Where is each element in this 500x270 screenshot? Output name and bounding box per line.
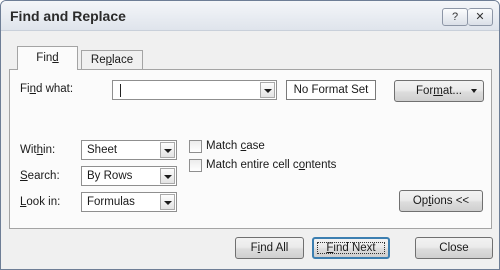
- help-icon: ?: [451, 11, 459, 23]
- close-icon: ✕: [475, 11, 485, 23]
- search-label: Search:: [20, 170, 60, 182]
- options-button[interactable]: Options <<: [399, 190, 483, 212]
- format-button[interactable]: Format...: [394, 80, 484, 102]
- chevron-down-icon: [471, 89, 477, 93]
- match-case-checkbox[interactable]: [189, 140, 202, 153]
- close-button[interactable]: Close: [415, 237, 493, 259]
- find-all-button[interactable]: Find All: [235, 237, 304, 259]
- find-what-label: Find what:: [20, 83, 74, 95]
- within-dropdown-arrow[interactable]: [160, 142, 175, 158]
- match-case-label[interactable]: Match case: [206, 140, 265, 152]
- find-replace-dialog: Find and Replace ? ✕ Find Replace Find w…: [0, 0, 500, 270]
- help-button[interactable]: ?: [442, 8, 468, 26]
- within-select[interactable]: Sheet: [81, 140, 177, 160]
- look-in-label: Look in:: [20, 196, 61, 208]
- tab-find[interactable]: Find: [17, 46, 78, 70]
- look-in-select[interactable]: Formulas: [81, 192, 177, 212]
- tab-replace[interactable]: Replace: [81, 50, 143, 70]
- look-in-dropdown-arrow[interactable]: [160, 194, 175, 210]
- within-label: Within:: [20, 144, 56, 156]
- title-close-button[interactable]: ✕: [468, 8, 493, 26]
- format-preview: No Format Set: [286, 80, 376, 100]
- find-what-dropdown-arrow[interactable]: [260, 82, 275, 98]
- focus-rectangle: [317, 242, 385, 254]
- title-bar: Find and Replace ? ✕: [1, 1, 499, 31]
- dialog-title: Find and Replace: [10, 8, 126, 24]
- find-what-input[interactable]: [112, 80, 277, 100]
- match-entire-cell-checkbox[interactable]: [189, 159, 202, 172]
- find-next-button[interactable]: Find Next: [312, 237, 390, 259]
- search-select[interactable]: By Rows: [81, 166, 177, 186]
- match-entire-cell-label[interactable]: Match entire cell contents: [206, 159, 336, 171]
- text-caret: [120, 84, 121, 97]
- search-dropdown-arrow[interactable]: [160, 168, 175, 184]
